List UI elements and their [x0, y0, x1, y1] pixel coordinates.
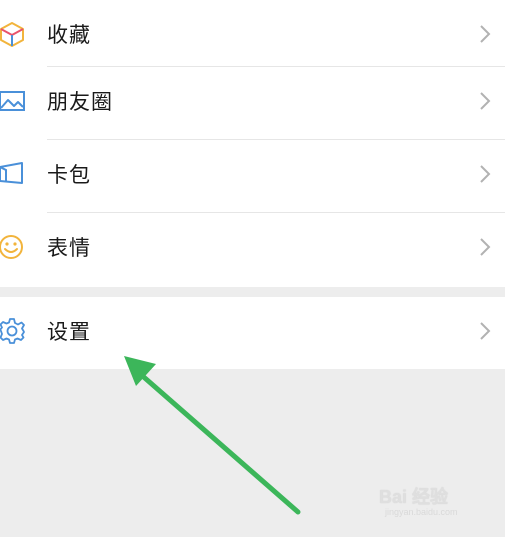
- moments-photo-icon: [0, 85, 28, 117]
- menu-item-label: 收藏: [47, 23, 91, 47]
- wechat-me-page: 收藏 朋友圈 卡包 表情 设置 Bai 经验 jingyan.baidu.com: [0, 0, 505, 537]
- watermark-subtext: jingyan.baidu.com: [385, 507, 458, 517]
- card-wallet-icon: [0, 158, 28, 190]
- menu-group: 收藏 朋友圈 卡包 表情: [0, 0, 505, 287]
- baidu-watermark: Bai 经验 jingyan.baidu.com: [379, 479, 475, 523]
- menu-item-settings[interactable]: 设置: [0, 297, 505, 369]
- menu-item-label: 表情: [47, 236, 91, 260]
- menu-item-moments[interactable]: 朋友圈: [0, 67, 505, 139]
- menu-item-label: 朋友圈: [47, 90, 113, 114]
- favorites-cube-icon: [0, 18, 28, 50]
- menu-item-stickers[interactable]: 表情: [0, 213, 505, 285]
- sticker-smiley-icon: [0, 231, 28, 263]
- watermark-text: Bai 经验: [379, 487, 449, 507]
- menu-item-label: 设置: [47, 320, 91, 344]
- chevron-right-icon: [479, 91, 491, 111]
- menu-item-card-wallet[interactable]: 卡包: [0, 140, 505, 212]
- menu-item-label: 卡包: [47, 163, 91, 187]
- chevron-right-icon: [479, 164, 491, 184]
- settings-group: 设置: [0, 297, 505, 369]
- chevron-right-icon: [479, 237, 491, 257]
- chevron-right-icon: [479, 24, 491, 44]
- chevron-right-icon: [479, 321, 491, 341]
- gear-icon: [0, 315, 28, 347]
- menu-item-favorites[interactable]: 收藏: [0, 0, 505, 72]
